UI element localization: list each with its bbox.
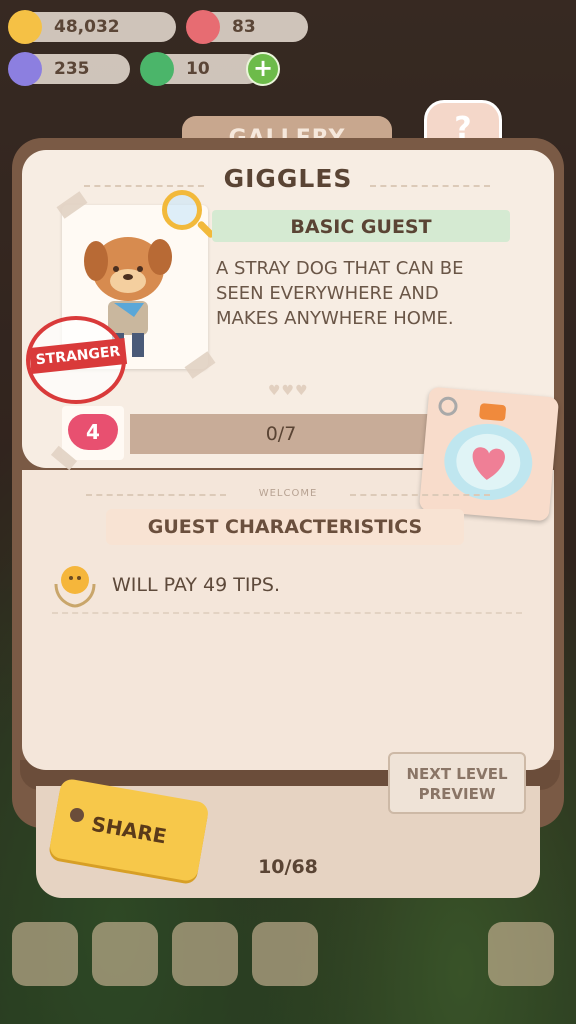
recipe-book-icon[interactable]: [92, 922, 158, 986]
magnifier-icon[interactable]: [162, 190, 202, 230]
flower-gem-icon: [186, 10, 220, 44]
next-level-preview-button[interactable]: NEXT LEVEL PREVIEW: [388, 752, 526, 814]
welcome-divider-left: [86, 494, 226, 496]
moon-icon: [8, 52, 42, 86]
welcome-divider-right: [350, 494, 490, 496]
affection-progress-bar: 0/7: [130, 414, 432, 454]
guest-description: A STRAY DOG THAT CAN BE SEEN EVERYWHERE …: [216, 258, 464, 329]
row-divider: [52, 612, 522, 614]
guest-name: GIGGLES: [223, 164, 353, 193]
potion-bottle-icon: [438, 396, 533, 501]
coin-icon: [8, 10, 42, 44]
flower-value: 10: [186, 59, 210, 79]
coin-counter[interactable]: 48,032: [8, 10, 176, 44]
characteristics-title: GUEST CHARACTERISTICS: [106, 509, 464, 545]
flower-counter[interactable]: 10: [140, 52, 262, 86]
guest-type-badge: BASIC GUEST: [212, 210, 510, 242]
coin-value: 48,032: [54, 17, 120, 37]
shopping-bag-icon[interactable]: [252, 922, 318, 986]
character-icon[interactable]: [172, 922, 238, 986]
tag-hole: [70, 808, 84, 822]
characteristic-item: WILL PAY 49 TIPS.: [112, 574, 280, 596]
pinwheel-icon: [140, 52, 174, 86]
shop-icon[interactable]: [488, 922, 554, 986]
moon-counter[interactable]: 235: [8, 52, 130, 86]
love-potion-card[interactable]: [418, 386, 560, 522]
coin-wreath-icon: [50, 562, 100, 608]
moon-value: 235: [54, 59, 90, 79]
heart-level-icon: 4: [68, 414, 118, 450]
gem-value: 83: [232, 17, 256, 37]
hearts-divider-icon: ♥♥♥: [268, 383, 309, 399]
mushroom-house-icon[interactable]: [12, 922, 78, 986]
add-resource-button[interactable]: +: [246, 52, 280, 86]
gem-counter[interactable]: 83: [186, 10, 308, 44]
